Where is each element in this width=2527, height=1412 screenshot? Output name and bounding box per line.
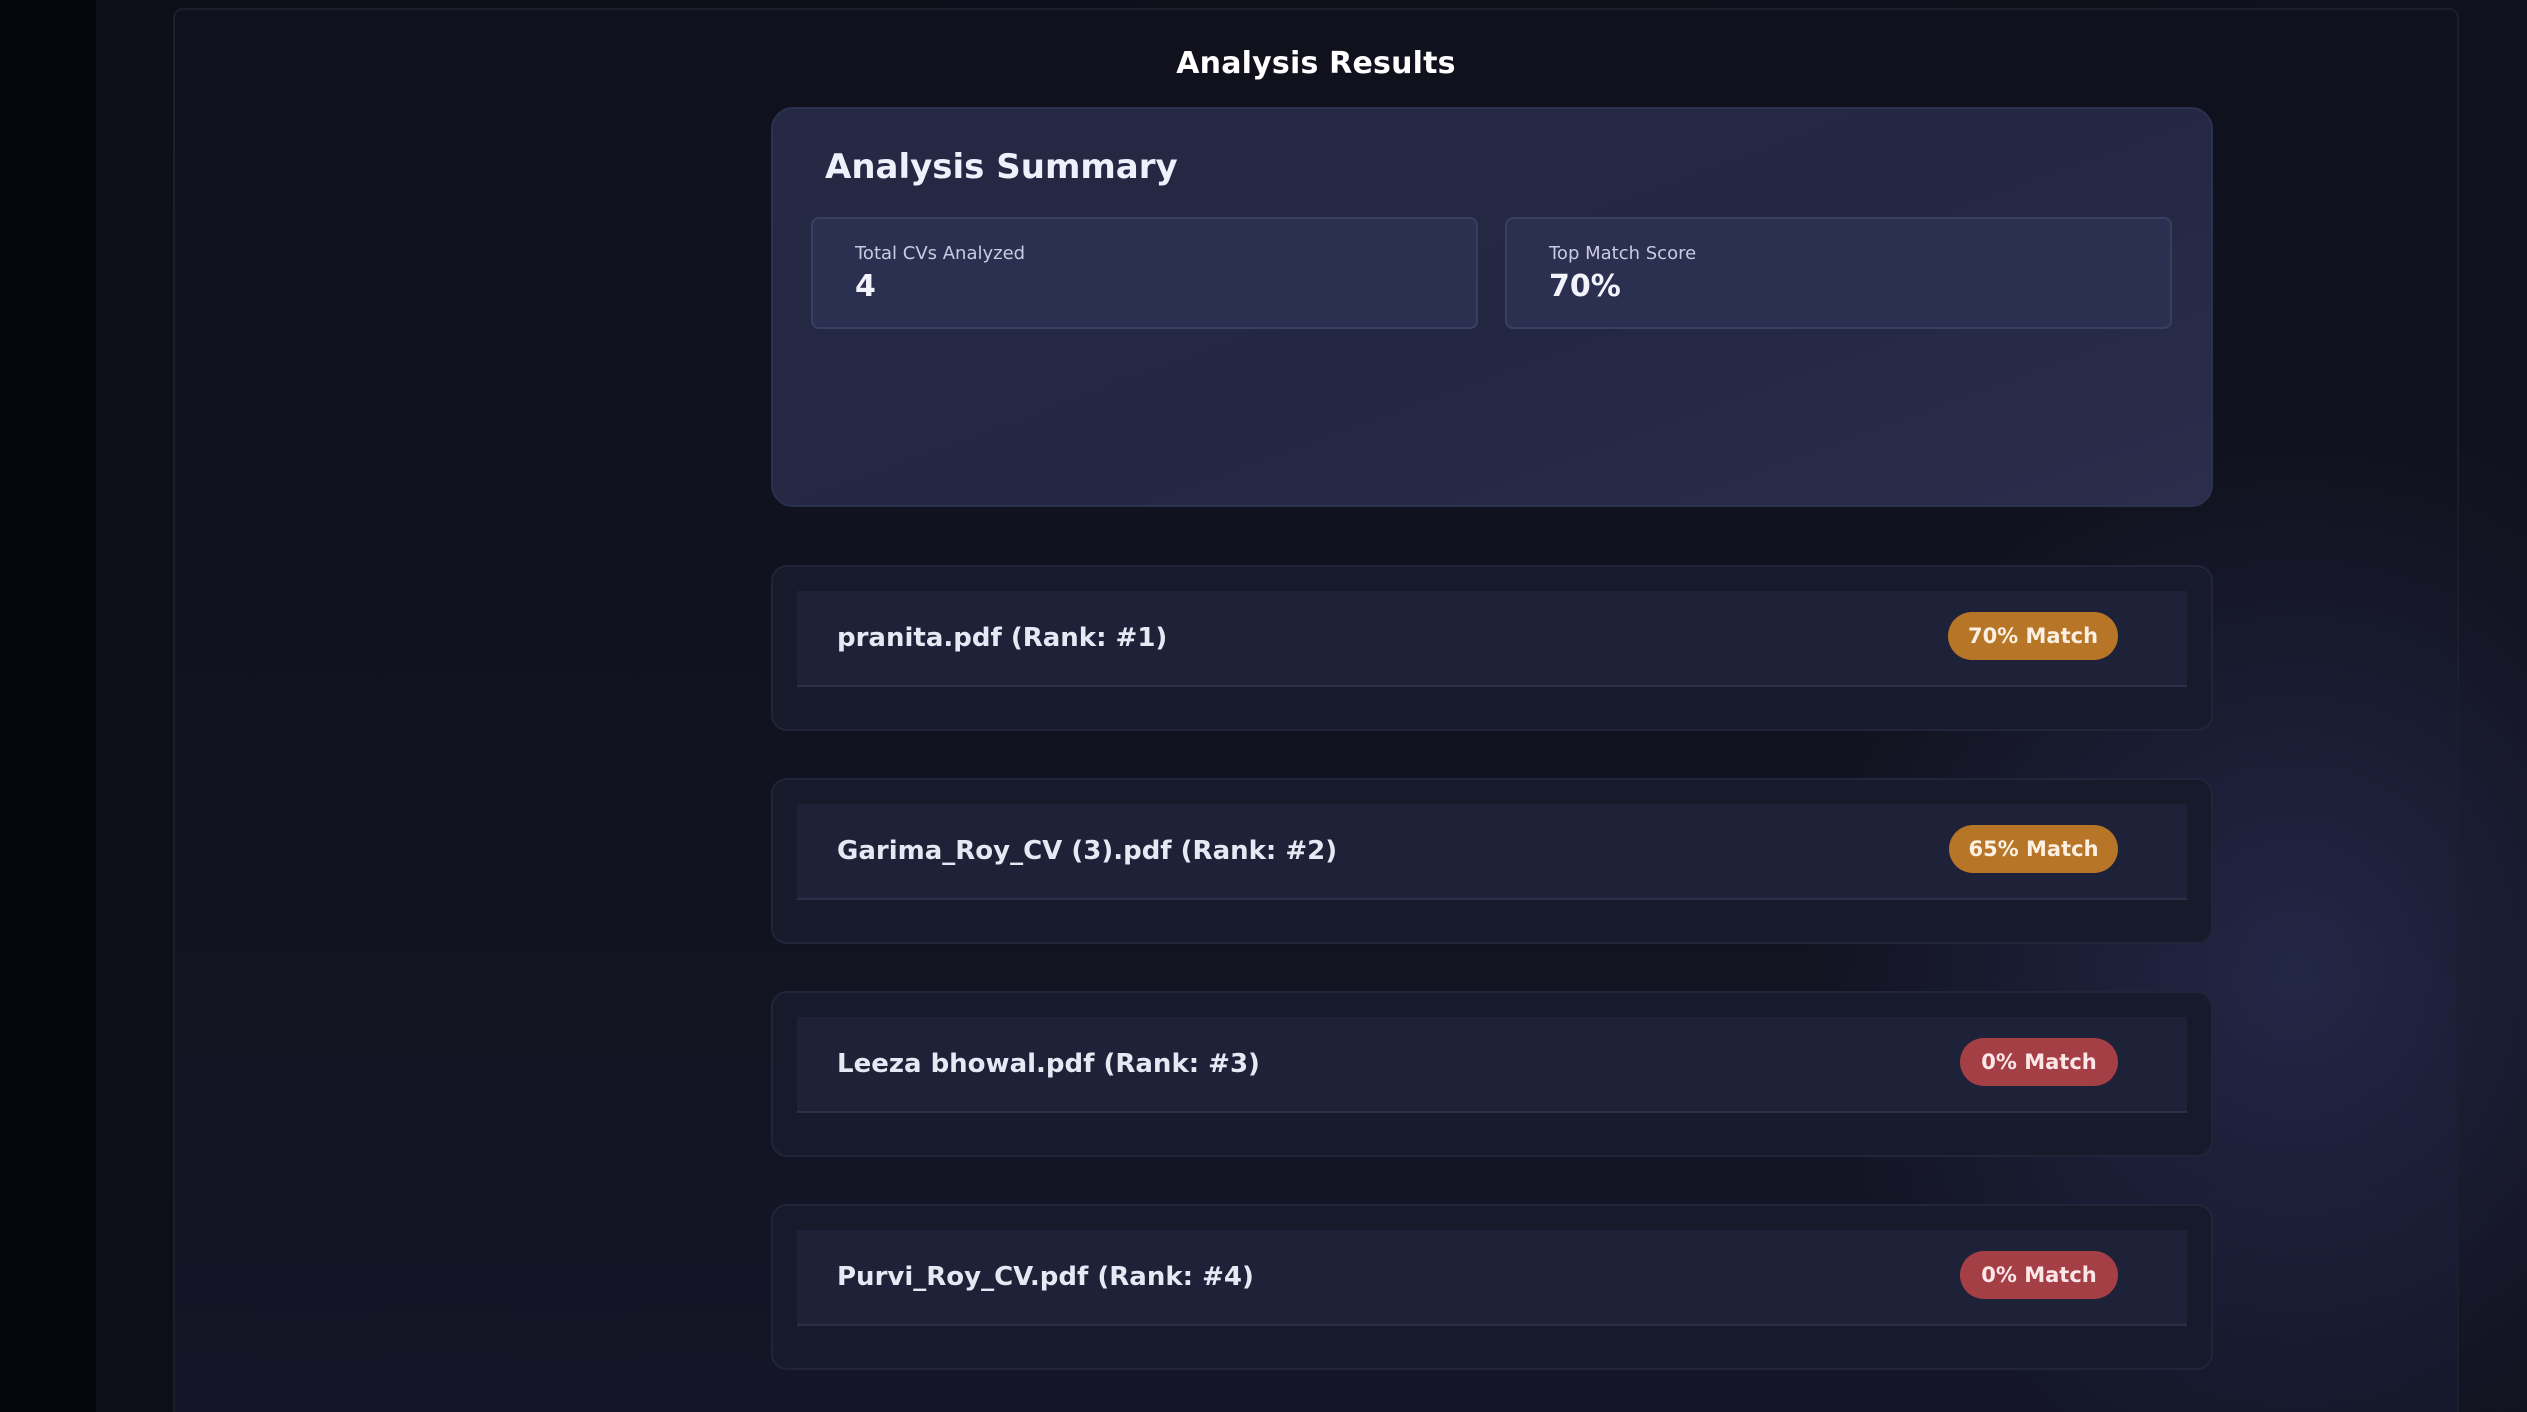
summary-title: Analysis Summary <box>825 147 1178 187</box>
left-edge-strip <box>0 0 96 1412</box>
result-header[interactable]: pranita.pdf (Rank: #1) 70% Match <box>797 591 2187 687</box>
stat-value: 4 <box>855 269 876 304</box>
page-background: Analysis Results Analysis Summary Total … <box>0 0 2527 1412</box>
result-header[interactable]: Leeza bhowal.pdf (Rank: #3) 0% Match <box>797 1017 2187 1113</box>
match-badge: 65% Match <box>1949 825 2118 873</box>
stat-top-match-score: Top Match Score 70% <box>1505 217 2172 329</box>
result-card[interactable]: pranita.pdf (Rank: #1) 70% Match <box>771 565 2213 731</box>
result-header[interactable]: Purvi_Roy_CV.pdf (Rank: #4) 0% Match <box>797 1230 2187 1326</box>
match-badge: 70% Match <box>1948 612 2118 660</box>
stat-value: 70% <box>1549 269 1621 304</box>
analysis-summary-card: Analysis Summary Total CVs Analyzed 4 To… <box>771 107 2213 507</box>
result-card[interactable]: Purvi_Roy_CV.pdf (Rank: #4) 0% Match <box>771 1204 2213 1370</box>
result-header[interactable]: Garima_Roy_CV (3).pdf (Rank: #2) 65% Mat… <box>797 804 2187 900</box>
result-file-name: Garima_Roy_CV (3).pdf (Rank: #2) <box>837 836 1338 866</box>
stat-label: Total CVs Analyzed <box>855 243 1026 264</box>
result-file-name: Purvi_Roy_CV.pdf (Rank: #4) <box>837 1262 1254 1292</box>
match-badge: 0% Match <box>1960 1251 2118 1299</box>
stat-total-cvs: Total CVs Analyzed 4 <box>811 217 1478 329</box>
result-file-name: Leeza bhowal.pdf (Rank: #3) <box>837 1049 1260 1079</box>
page-title: Analysis Results <box>1176 46 1456 81</box>
stat-label: Top Match Score <box>1549 243 1697 264</box>
result-card[interactable]: Garima_Roy_CV (3).pdf (Rank: #2) 65% Mat… <box>771 778 2213 944</box>
results-panel: Analysis Results Analysis Summary Total … <box>173 8 2459 1412</box>
match-badge: 0% Match <box>1960 1038 2118 1086</box>
result-card[interactable]: Leeza bhowal.pdf (Rank: #3) 0% Match <box>771 991 2213 1157</box>
result-file-name: pranita.pdf (Rank: #1) <box>837 623 1168 653</box>
